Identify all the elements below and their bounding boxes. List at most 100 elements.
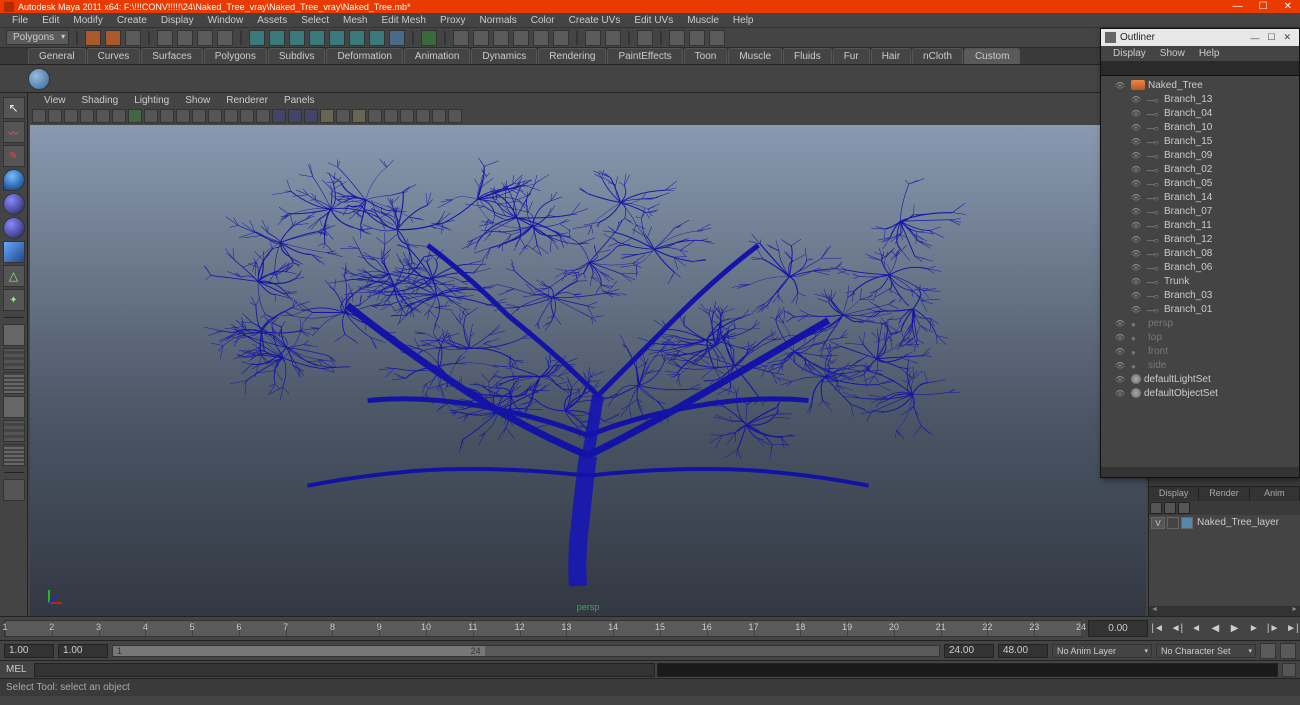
shelf-tab-general[interactable]: General [28, 48, 86, 64]
outliner-item-set[interactable]: defaultObjectSet [1101, 386, 1299, 400]
paint-select-tool-icon[interactable] [3, 145, 25, 167]
select-vertex-icon[interactable] [249, 30, 265, 46]
render-globals-icon[interactable] [637, 30, 653, 46]
open-scene-icon[interactable] [105, 30, 121, 46]
select-tool-icon[interactable] [3, 97, 25, 119]
shelf-tab-fluids[interactable]: Fluids [783, 48, 832, 64]
vp-xray-icon[interactable] [336, 109, 350, 123]
current-time-field[interactable]: 0.00 [1088, 620, 1148, 637]
go-end-button[interactable]: ►| [1285, 621, 1300, 637]
menuset-combo[interactable]: Polygons [6, 30, 69, 45]
outliner-item-child[interactable]: Branch_03 [1101, 288, 1299, 302]
visibility-icon[interactable] [1125, 234, 1147, 244]
outliner-item-child[interactable]: Branch_06 [1101, 260, 1299, 274]
vp-bookmark-icon[interactable] [64, 109, 78, 123]
visibility-icon[interactable] [1125, 276, 1147, 286]
menu-color[interactable]: Color [525, 15, 561, 26]
vp-motion-trail-icon[interactable] [384, 109, 398, 123]
outliner-close-button[interactable]: ✕ [1279, 32, 1295, 43]
outliner-item-camera[interactable]: persp [1101, 316, 1299, 330]
outliner-persp-icon[interactable] [3, 444, 25, 466]
outliner-item-set[interactable]: defaultLightSet [1101, 372, 1299, 386]
outliner-item-child[interactable]: Branch_09 [1101, 148, 1299, 162]
vp-shaded-icon[interactable] [256, 109, 270, 123]
outliner-scrollbar[interactable] [1101, 467, 1299, 477]
outliner-menu-display[interactable]: Display [1107, 48, 1152, 59]
shelf-tab-muscle[interactable]: Muscle [728, 48, 782, 64]
anim-end-field[interactable]: 48.00 [998, 644, 1048, 658]
vp-grid-icon[interactable] [128, 109, 142, 123]
menu-create-uvs[interactable]: Create UVs [563, 15, 627, 26]
scale-tool-icon[interactable] [3, 217, 25, 239]
visibility-icon[interactable] [1109, 360, 1131, 370]
select-hierarchy-icon[interactable] [197, 30, 213, 46]
script-editor-icon[interactable] [1282, 663, 1296, 677]
outliner-maximize-button[interactable]: ☐ [1263, 32, 1279, 43]
anim-start-field[interactable]: 1.00 [4, 644, 54, 658]
save-scene-icon[interactable] [125, 30, 141, 46]
two-pane-v-icon[interactable] [3, 396, 25, 418]
construction2-icon[interactable] [513, 30, 529, 46]
shelf-tab-polygons[interactable]: Polygons [204, 48, 267, 64]
menu-modify[interactable]: Modify [67, 15, 108, 26]
visibility-icon[interactable] [1125, 178, 1147, 188]
construction4-icon[interactable] [553, 30, 569, 46]
go-start-button[interactable]: |◄ [1150, 621, 1165, 637]
redo-icon[interactable] [177, 30, 193, 46]
vp-menu-renderer[interactable]: Renderer [220, 95, 274, 106]
vp-gate-mask-icon[interactable] [176, 109, 190, 123]
snap-curve-icon[interactable] [421, 30, 437, 46]
last-tool-icon[interactable] [3, 479, 25, 501]
four-pane-icon[interactable] [3, 348, 25, 370]
output-op-icon[interactable] [473, 30, 489, 46]
outliner-item-root[interactable]: Naked_Tree [1101, 78, 1299, 92]
vp-xray-joint-icon[interactable] [352, 109, 366, 123]
outliner-item-camera[interactable]: side [1101, 358, 1299, 372]
menu-display[interactable]: Display [155, 15, 200, 26]
single-pane-icon[interactable] [3, 324, 25, 346]
shelf-tab-toon[interactable]: Toon [684, 48, 728, 64]
vp-ao-icon[interactable] [416, 109, 430, 123]
visibility-icon[interactable] [1109, 346, 1131, 356]
shelf-tab-rendering[interactable]: Rendering [538, 48, 606, 64]
select-object-icon[interactable] [217, 30, 233, 46]
outliner-item-child[interactable]: Branch_11 [1101, 218, 1299, 232]
range-track[interactable]: 1 24 [112, 645, 940, 657]
visibility-icon[interactable] [1109, 332, 1131, 342]
shelf-tab-deformation[interactable]: Deformation [326, 48, 402, 64]
command-lang-label[interactable]: MEL [0, 664, 34, 675]
misc2-icon[interactable] [689, 30, 705, 46]
shelf-tab-subdivs[interactable]: Subdivs [268, 48, 326, 64]
visibility-icon[interactable] [1109, 374, 1131, 384]
outliner-item-child[interactable]: Branch_08 [1101, 246, 1299, 260]
outliner-item-child[interactable]: Branch_01 [1101, 302, 1299, 316]
vp-light-icon[interactable] [288, 109, 302, 123]
vp-menu-panels[interactable]: Panels [278, 95, 321, 106]
ipr-icon[interactable] [605, 30, 621, 46]
prefs-icon[interactable] [1280, 643, 1296, 659]
visibility-icon[interactable] [1125, 192, 1147, 202]
outliner-menu-help[interactable]: Help [1193, 48, 1226, 59]
anim-layer-combo[interactable]: No Anim Layer [1052, 644, 1152, 658]
layer-playback-toggle[interactable] [1167, 517, 1179, 529]
select-component-icon[interactable] [369, 30, 385, 46]
outliner-item-child[interactable]: Branch_14 [1101, 190, 1299, 204]
layer-visibility-toggle[interactable]: V [1151, 517, 1165, 529]
layers-tab-anim[interactable]: Anim [1250, 487, 1300, 501]
render-icon[interactable] [585, 30, 601, 46]
vp-menu-shading[interactable]: Shading [76, 95, 125, 106]
layer-new-icon[interactable] [1150, 502, 1162, 514]
viewport[interactable]: persp [30, 125, 1146, 616]
play-forward-button[interactable]: ▶ [1227, 621, 1242, 637]
outliner-minimize-button[interactable]: — [1246, 33, 1263, 43]
outliner-item-camera[interactable]: top [1101, 330, 1299, 344]
visibility-icon[interactable] [1125, 290, 1147, 300]
layer-color-swatch[interactable] [1181, 517, 1193, 529]
vp-multisample-icon[interactable] [448, 109, 462, 123]
menu-edit-mesh[interactable]: Edit Mesh [375, 15, 431, 26]
layers-tab-render[interactable]: Render [1199, 487, 1249, 501]
menu-file[interactable]: File [6, 15, 34, 26]
menu-edit[interactable]: Edit [36, 15, 65, 26]
visibility-icon[interactable] [1125, 164, 1147, 174]
shelf-tab-curves[interactable]: Curves [87, 48, 141, 64]
